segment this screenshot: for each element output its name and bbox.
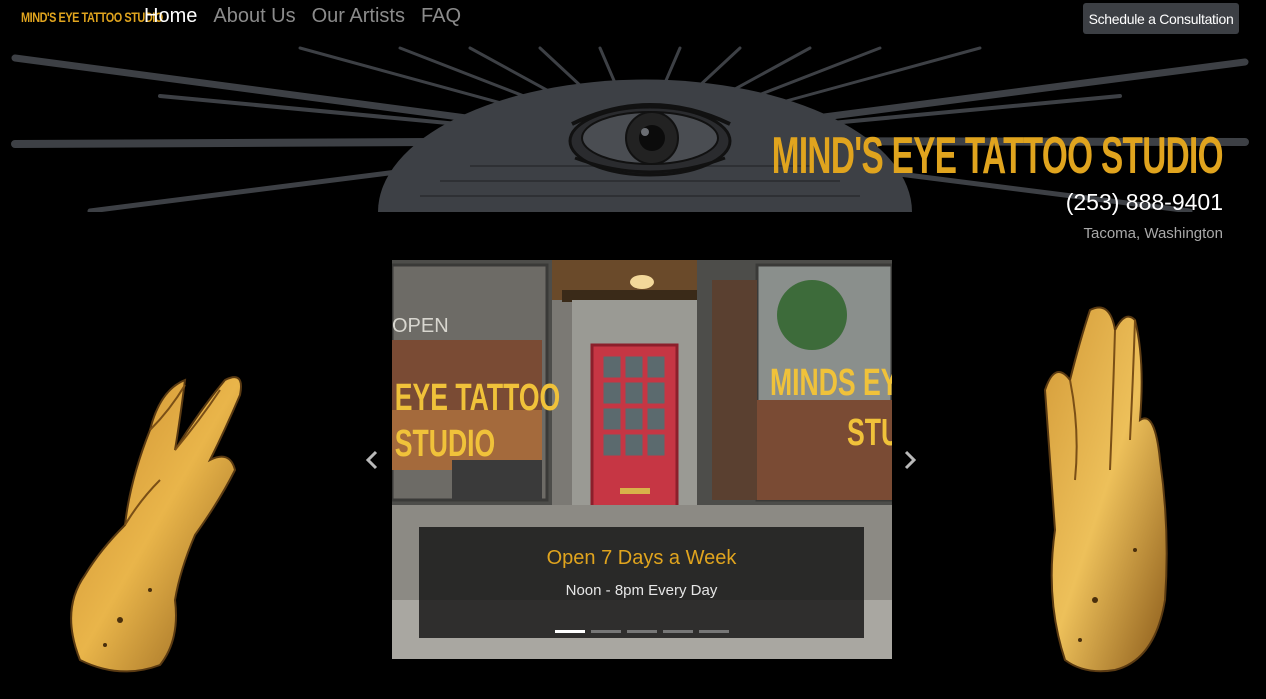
nav-link-artists[interactable]: Our Artists xyxy=(312,5,405,28)
nav-link-faq[interactable]: FAQ xyxy=(421,5,461,28)
carousel-indicators xyxy=(555,630,729,633)
image-carousel[interactable]: OPEN EYE TATTOO STUDIO MINDS EYE STU Ope… xyxy=(392,260,892,659)
carousel-indicator-4[interactable] xyxy=(663,630,693,633)
right-window-sign-line2: STU xyxy=(847,410,892,453)
nav-link-about[interactable]: About Us xyxy=(213,5,295,28)
top-navbar: MIND'S EYE TATTOO STUDIO Home About Us O… xyxy=(0,0,1266,40)
phone-number[interactable]: (253) 888-9401 xyxy=(1066,189,1223,216)
main-nav: Home About Us Our Artists FAQ xyxy=(144,5,477,28)
studio-name-heading: MIND'S EYE TATTOO STUDIO xyxy=(771,127,1224,185)
carousel-indicator-5[interactable] xyxy=(699,630,729,633)
schedule-consultation-button[interactable]: Schedule a Consultation xyxy=(1083,3,1239,34)
header-banner: MIND'S EYE TATTOO STUDIO (253) 888-9401 … xyxy=(0,46,1266,242)
chevron-left-icon xyxy=(365,450,378,470)
carousel-indicator-3[interactable] xyxy=(627,630,657,633)
carousel-caption: Open 7 Days a Week Noon - 8pm Every Day xyxy=(419,527,864,638)
carousel-next-button[interactable] xyxy=(900,450,920,470)
city-location: Tacoma, Washington xyxy=(1083,225,1223,242)
left-window-sign-line2: STUDIO xyxy=(395,421,495,464)
open-sign-text: OPEN xyxy=(392,315,449,337)
slide-text: Noon - 8pm Every Day xyxy=(565,582,718,599)
golden-buddha-hand-left xyxy=(70,376,242,673)
chevron-right-icon xyxy=(904,450,917,470)
brand-logo[interactable]: MIND'S EYE TATTOO STUDIO xyxy=(21,9,163,25)
nav-link-home[interactable]: Home xyxy=(144,5,197,28)
right-window-sign-line1: MINDS EYE xyxy=(770,360,892,403)
carousel-indicator-1[interactable] xyxy=(555,630,585,633)
slide-title: Open 7 Days a Week xyxy=(546,547,737,569)
left-window-sign-line1: EYE TATTOO xyxy=(395,375,560,418)
carousel-prev-button[interactable] xyxy=(362,450,382,470)
carousel-indicator-2[interactable] xyxy=(591,630,621,633)
golden-buddha-hand-right xyxy=(1043,306,1168,673)
